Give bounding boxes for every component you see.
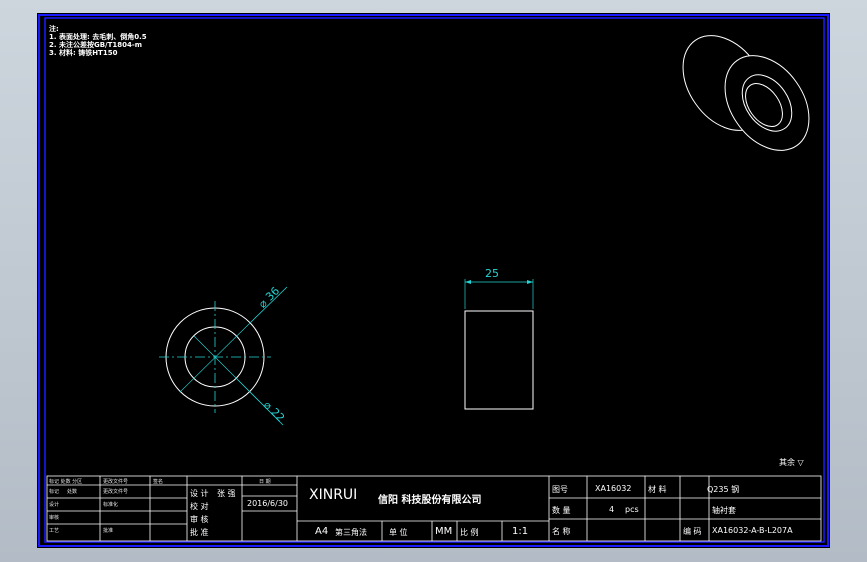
part-name: 轴衬套 <box>712 506 736 515</box>
tb-cell: 标记 <box>49 489 60 495</box>
drawing-no: XA16032 <box>595 484 632 493</box>
width-arrow-right <box>527 280 533 284</box>
code-label: 编 码 <box>683 527 702 536</box>
qty-unit: pcs <box>625 505 639 514</box>
iso-front-face <box>724 55 810 151</box>
drawing-viewport[interactable]: 注: 1. 表面处理: 去毛刺、倒角0.5 2. 未注公差按GB/T1804-m… <box>37 13 830 548</box>
qty-value: 4 <box>609 505 615 514</box>
tb-header-3: 签名 <box>153 479 164 485</box>
roughness-note: 其余 ▽ <box>779 458 804 467</box>
scale-value: 1:1 <box>512 526 529 537</box>
tb-cell: 工艺 <box>49 528 60 534</box>
note-line: 2. 未注公差按GB/T1804-m <box>49 41 143 49</box>
title-block <box>46 475 822 542</box>
note-line: 3. 材料: 铸铁HT150 <box>49 49 118 57</box>
unit-value: MM <box>435 526 453 537</box>
review-label: 审 核 <box>190 515 209 524</box>
part-code: XA16032-A-B-L207A <box>712 526 793 535</box>
side-view[interactable] <box>464 279 534 410</box>
check-label: 校 对 <box>190 502 209 511</box>
scale-label: 比 例 <box>460 528 479 537</box>
side-view-outline[interactable] <box>464 310 534 410</box>
note-line: 1. 表面处理: 去毛刺、倒角0.5 <box>49 33 147 41</box>
tb-cell: 处数 <box>67 489 78 495</box>
inner-frame <box>44 17 825 543</box>
approve-label: 批 准 <box>190 528 209 537</box>
tb-cell: 设计 <box>49 502 60 508</box>
company-name-cn: 信阳 科技股份有限公司 <box>378 495 482 506</box>
qty-label: 数 量 <box>552 506 571 515</box>
drawing-no-label: 图号 <box>552 485 568 494</box>
width-arrow-left <box>465 280 471 284</box>
tb-cell: 更改文件号 <box>103 489 129 495</box>
material-value: Q235 钢 <box>707 485 740 494</box>
width-label[interactable]: 25 <box>485 267 499 280</box>
tb-header-2: 更改文件号 <box>103 479 129 485</box>
company-name-en: XINRUI <box>309 487 358 503</box>
notes-heading: 注: <box>49 25 59 33</box>
tb-cell: 标准化 <box>103 502 119 508</box>
unit-label: 单 位 <box>389 528 408 537</box>
technical-notes: 注: 1. 表面处理: 去毛刺、倒角0.5 2. 未注公差按GB/T1804-m… <box>49 25 147 57</box>
tb-header-1: 标记 处数 分区 <box>49 479 83 485</box>
drawing-canvas[interactable] <box>37 13 830 548</box>
title-block-border <box>46 475 822 542</box>
name-label: 名 称 <box>552 527 571 536</box>
tb-cell: 审核 <box>49 515 60 521</box>
projection-method: 第三角法 <box>335 528 367 537</box>
date-value: 2016/6/30 <box>247 499 289 508</box>
drawing-frame <box>38 14 829 547</box>
isometric-view[interactable] <box>666 20 827 166</box>
paper-size: A4 <box>315 526 329 537</box>
designer-name: 张 强 <box>217 489 236 498</box>
material-label: 材 料 <box>648 485 667 494</box>
design-label: 设 计 <box>190 489 209 498</box>
tb-cell: 批准 <box>103 528 114 534</box>
date-label: 日 期 <box>259 479 271 485</box>
